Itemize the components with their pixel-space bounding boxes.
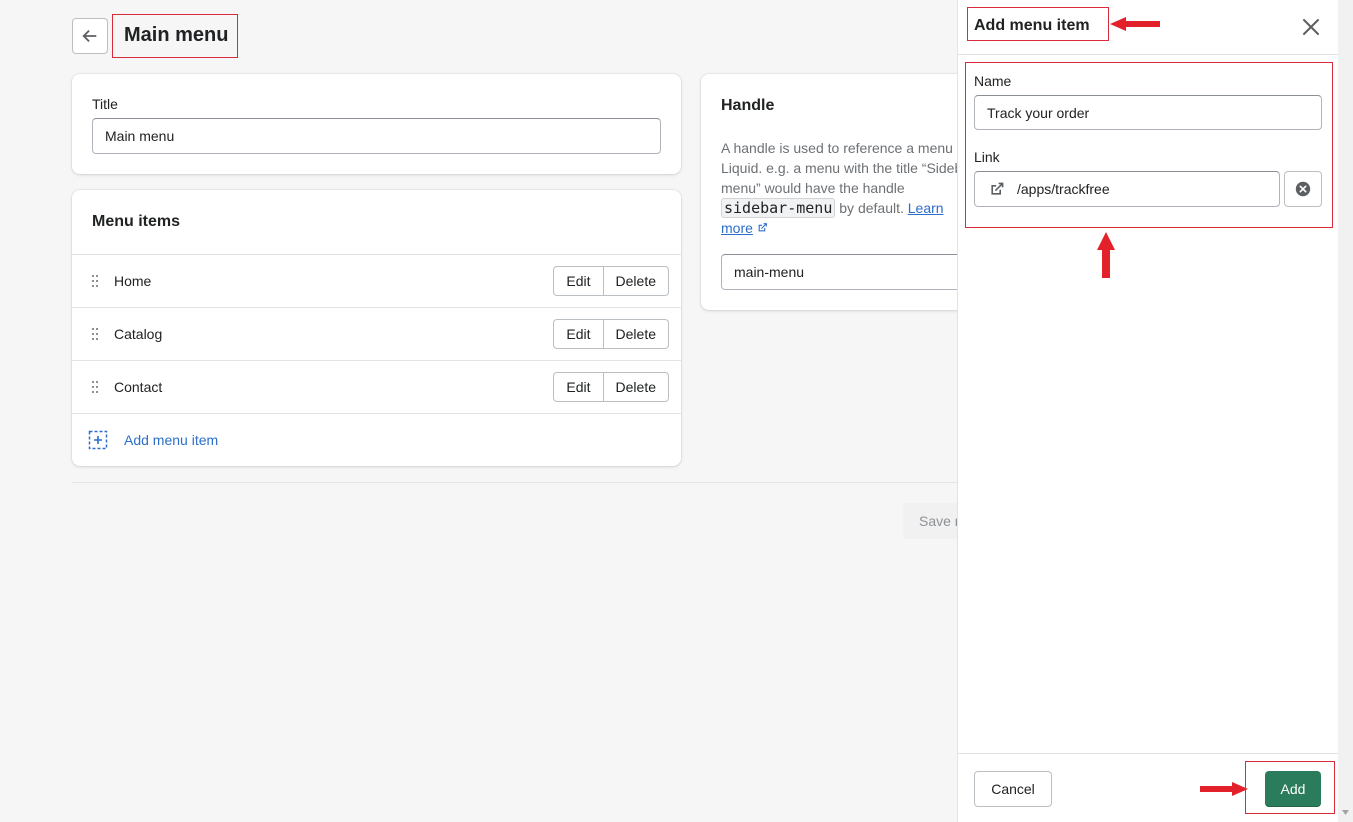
save-menu-label: Save r: [919, 513, 960, 529]
delete-button[interactable]: Delete: [603, 266, 669, 296]
add-button-highlight-box: [1245, 761, 1335, 814]
menu-item-label: Catalog: [114, 326, 163, 342]
page-divider: [72, 482, 972, 483]
learn-more-link-cont[interactable]: more: [721, 220, 753, 236]
title-input[interactable]: Main menu: [92, 118, 661, 154]
add-menu-item-row[interactable]: Add menu item: [72, 413, 681, 466]
handle-input-value: main-menu: [734, 264, 805, 280]
menu-items-card: Menu items Home Edit Delete Catalog Edit…: [72, 190, 681, 466]
menu-item-row-catalog: Catalog Edit Delete: [72, 307, 681, 360]
cancel-button[interactable]: Cancel: [974, 771, 1052, 807]
back-button[interactable]: [72, 18, 108, 54]
arrow-up-annotation-icon: [1097, 232, 1115, 278]
menu-item-label: Home: [114, 273, 152, 289]
close-button[interactable]: [1298, 14, 1324, 40]
handle-desc-text: by default.: [835, 200, 908, 216]
arrow-right-annotation-icon: [1200, 782, 1248, 796]
title-highlight-box: [112, 14, 238, 58]
add-square-icon: [88, 430, 108, 450]
external-link-icon: [758, 223, 767, 232]
drag-handle-icon[interactable]: [92, 275, 100, 287]
learn-more-link[interactable]: Learn: [908, 200, 944, 216]
drag-handle-icon[interactable]: [92, 328, 100, 340]
menu-item-actions: Edit Delete: [553, 266, 669, 296]
panel-title-highlight-box: [967, 7, 1109, 41]
drag-handle-icon[interactable]: [92, 381, 100, 393]
arrow-left-icon: [82, 29, 97, 43]
menu-item-actions: Edit Delete: [553, 372, 669, 402]
edit-button[interactable]: Edit: [553, 372, 604, 402]
handle-card: Handle A handle is used to reference a m…: [701, 74, 1001, 310]
title-label: Title: [92, 96, 118, 112]
form-highlight-box: [965, 62, 1333, 228]
title-card: Title Main menu: [72, 74, 681, 174]
handle-code-example: sidebar-menu: [721, 198, 836, 218]
arrow-left-annotation-icon: [1110, 17, 1160, 31]
handle-heading: Handle: [721, 97, 775, 114]
delete-button[interactable]: Delete: [603, 319, 669, 349]
edit-button[interactable]: Edit: [553, 319, 604, 349]
menu-item-actions: Edit Delete: [553, 319, 669, 349]
add-menu-item-link[interactable]: Add menu item: [124, 432, 218, 448]
scroll-down-icon[interactable]: [1342, 810, 1349, 816]
menu-item-row-home: Home Edit Delete: [72, 254, 681, 307]
title-input-value: Main menu: [105, 128, 175, 144]
menu-item-row-contact: Contact Edit Delete: [72, 360, 681, 413]
menu-items-heading: Menu items: [92, 213, 181, 230]
menu-item-label: Contact: [114, 379, 163, 395]
close-icon: [1303, 19, 1319, 35]
scrollbar[interactable]: [1338, 0, 1353, 822]
delete-button[interactable]: Delete: [603, 372, 669, 402]
edit-button[interactable]: Edit: [553, 266, 604, 296]
